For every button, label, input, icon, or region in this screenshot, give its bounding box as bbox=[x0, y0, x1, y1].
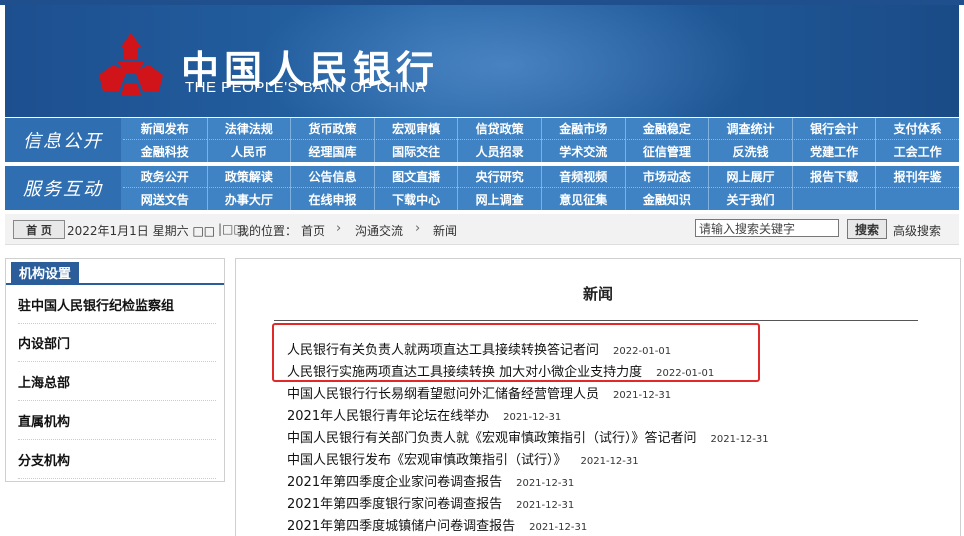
nav-link-empty bbox=[875, 188, 959, 210]
sidebar-header: 机构设置 bbox=[6, 259, 224, 285]
advanced-search-link[interactable]: 高级搜索 bbox=[893, 222, 941, 239]
nav-link[interactable]: 政策解读 bbox=[206, 166, 291, 188]
nav-link[interactable]: 金融稳定 bbox=[624, 118, 709, 140]
nav-link[interactable]: 学术交流 bbox=[540, 140, 625, 162]
news-item[interactable]: 中国人民银行发布《宏观审慎政策指引（试行）》 2021-12-31 bbox=[287, 449, 639, 468]
chevron-right-icon: › bbox=[336, 221, 342, 236]
news-date: 2021-12-31 bbox=[516, 500, 575, 511]
nav-link[interactable]: 音频视频 bbox=[540, 166, 625, 188]
breadcrumb-communication[interactable]: 沟通交流 bbox=[355, 222, 403, 239]
nav-link[interactable]: 人员招录 bbox=[457, 140, 541, 162]
pboc-emblem-icon[interactable] bbox=[97, 31, 165, 99]
nav-link[interactable]: 金融市场 bbox=[540, 118, 625, 140]
nav-link[interactable]: 新闻发布 bbox=[123, 118, 207, 140]
nav-section-label-service: 服务互动 bbox=[5, 166, 121, 210]
page-title: 新闻 bbox=[582, 285, 613, 303]
title-divider bbox=[274, 320, 918, 321]
current-date: 2022年1月1日 星期六 □□ bbox=[67, 224, 216, 238]
nav-link[interactable]: 信贷政策 bbox=[457, 118, 541, 140]
nav-link[interactable]: 意见征集 bbox=[540, 188, 625, 210]
nav-link[interactable]: 报刊年鉴 bbox=[875, 166, 959, 188]
nav-link[interactable]: 金融知识 bbox=[624, 188, 709, 210]
search-button[interactable]: 搜索 bbox=[847, 219, 887, 239]
nav-link[interactable]: 货币政策 bbox=[290, 118, 374, 140]
news-title: 中国人民银行行长易纲看望慰问外汇储备经营管理人员 bbox=[287, 387, 600, 402]
nav-grid-service: 政务公开 政策解读 公告信息 图文直播 央行研究 音频视频 市场动态 网上展厅 … bbox=[123, 166, 959, 210]
nav-link[interactable]: 国际交往 bbox=[373, 140, 458, 162]
news-title: 2021年第四季度城镇储户问卷调查报告 bbox=[287, 519, 516, 534]
bank-name-english: THE PEOPLE'S BANK OF CHINA bbox=[185, 79, 426, 96]
nav-link[interactable]: 图文直播 bbox=[373, 166, 458, 188]
news-date: 2021-12-31 bbox=[580, 456, 639, 467]
nav-link[interactable]: 反洗钱 bbox=[708, 140, 792, 162]
nav-link[interactable]: 人民币 bbox=[206, 140, 291, 162]
site-banner: 中国人民银行 THE PEOPLE'S BANK OF CHINA bbox=[5, 5, 959, 117]
nav-link[interactable]: 金融科技 bbox=[123, 140, 207, 162]
nav-link[interactable]: 政务公开 bbox=[123, 166, 207, 188]
nav-link[interactable]: 央行研究 bbox=[457, 166, 541, 188]
nav-link[interactable]: 工会工作 bbox=[875, 140, 959, 162]
sidebar-item-shanghai-hq[interactable]: 上海总部 bbox=[18, 362, 216, 401]
highlight-box bbox=[272, 323, 760, 382]
news-date: 2021-12-31 bbox=[710, 434, 769, 445]
breadcrumb-home[interactable]: 首页 bbox=[301, 222, 325, 239]
news-date: 2021-12-31 bbox=[529, 522, 588, 533]
nav-link[interactable]: 网送文告 bbox=[123, 188, 207, 210]
nav-link[interactable]: 办事大厅 bbox=[206, 188, 291, 210]
nav-link[interactable]: 经理国库 bbox=[290, 140, 374, 162]
nav-link[interactable]: 网上展厅 bbox=[708, 166, 792, 188]
news-date: 2021-12-31 bbox=[613, 390, 672, 401]
nav-link[interactable]: 网上调查 bbox=[457, 188, 541, 210]
nav-info-disclosure: 信息公开 新闻发布 法律法规 货币政策 宏观审慎 信贷政策 金融市场 金融稳定 … bbox=[5, 118, 959, 162]
nav-link[interactable]: 支付体系 bbox=[875, 118, 959, 140]
nav-link[interactable]: 市场动态 bbox=[624, 166, 709, 188]
nav-link[interactable]: 党建工作 bbox=[791, 140, 876, 162]
breadcrumb-news[interactable]: 新闻 bbox=[433, 222, 457, 239]
nav-link-empty bbox=[791, 188, 876, 210]
news-date: 2021-12-31 bbox=[503, 412, 562, 423]
nav-link[interactable]: 报告下载 bbox=[791, 166, 876, 188]
sidebar-item-affiliated[interactable]: 直属机构 bbox=[18, 401, 216, 440]
institution-sidebar: 机构设置 驻中国人民银行纪检监察组 内设部门 上海总部 直属机构 分支机构 bbox=[5, 258, 225, 482]
search-input[interactable] bbox=[695, 219, 839, 237]
sidebar-title: 机构设置 bbox=[11, 262, 80, 283]
news-title: 中国人民银行发布《宏观审慎政策指引（试行）》 bbox=[287, 453, 567, 468]
nav-link[interactable]: 法律法规 bbox=[206, 118, 291, 140]
news-title: 中国人民银行有关部门负责人就《宏观审慎政策指引（试行）》答记者问 bbox=[287, 431, 697, 446]
nav-link[interactable]: 征信管理 bbox=[624, 140, 709, 162]
news-title: 2021年第四季度银行家问卷调查报告 bbox=[287, 497, 503, 512]
location-label: 我的位置： bbox=[237, 224, 298, 238]
nav-link[interactable]: 公告信息 bbox=[290, 166, 374, 188]
news-panel: 新闻 人民银行有关负责人就两项直达工具接续转换答记者问 2022-01-01 人民… bbox=[235, 258, 961, 536]
nav-link[interactable]: 宏观审慎 bbox=[373, 118, 458, 140]
sidebar-item-discipline-inspection[interactable]: 驻中国人民银行纪检监察组 bbox=[18, 285, 216, 324]
news-title: 2021年人民银行青年论坛在线举办 bbox=[287, 409, 490, 424]
nav-service-interaction: 服务互动 政务公开 政策解读 公告信息 图文直播 央行研究 音频视频 市场动态 … bbox=[5, 166, 959, 210]
chevron-right-icon: › bbox=[415, 221, 421, 236]
sidebar-item-branches[interactable]: 分支机构 bbox=[18, 440, 216, 479]
nav-link[interactable]: 在线申报 bbox=[290, 188, 374, 210]
nav-grid-info: 新闻发布 法律法规 货币政策 宏观审慎 信贷政策 金融市场 金融稳定 调查统计 … bbox=[123, 118, 959, 162]
sidebar-item-internal-departments[interactable]: 内设部门 bbox=[18, 323, 216, 362]
news-item[interactable]: 2021年第四季度企业家问卷调查报告 2021-12-31 bbox=[287, 471, 574, 490]
news-item[interactable]: 中国人民银行行长易纲看望慰问外汇储备经营管理人员 2021-12-31 bbox=[287, 383, 671, 402]
nav-link[interactable]: 银行会计 bbox=[791, 118, 876, 140]
news-item[interactable]: 中国人民银行有关部门负责人就《宏观审慎政策指引（试行）》答记者问 2021-12-… bbox=[287, 427, 769, 446]
breadcrumb-bar: 首 页 2022年1月1日 星期六 □□ |□□ 我的位置： 首页 › 沟通交流… bbox=[5, 214, 959, 245]
news-item[interactable]: 2021年第四季度城镇储户问卷调查报告 2021-12-31 bbox=[287, 515, 587, 534]
nav-link[interactable]: 关于我们 bbox=[708, 188, 792, 210]
home-button[interactable]: 首 页 bbox=[13, 220, 65, 239]
nav-link[interactable]: 调查统计 bbox=[708, 118, 792, 140]
news-item[interactable]: 2021年第四季度银行家问卷调查报告 2021-12-31 bbox=[287, 493, 574, 512]
nav-section-label-info: 信息公开 bbox=[5, 118, 121, 162]
news-item[interactable]: 2021年人民银行青年论坛在线举办 2021-12-31 bbox=[287, 405, 561, 424]
news-date: 2021-12-31 bbox=[516, 478, 575, 489]
nav-link[interactable]: 下载中心 bbox=[373, 188, 458, 210]
news-title: 2021年第四季度企业家问卷调查报告 bbox=[287, 475, 503, 490]
